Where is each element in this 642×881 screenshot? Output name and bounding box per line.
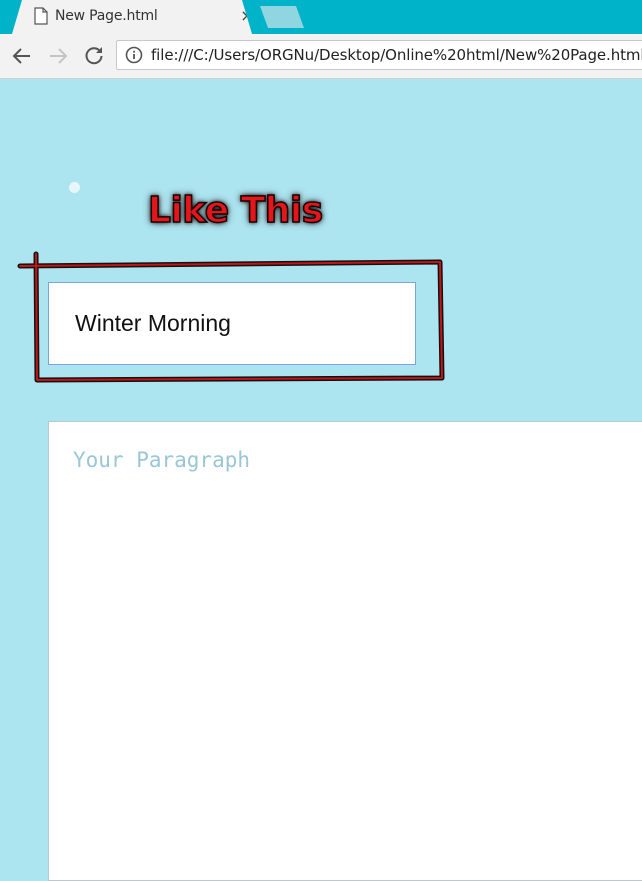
close-icon[interactable]: × — [238, 6, 252, 26]
tab-strip: New Page.html × — [0, 0, 642, 34]
page-icon — [34, 7, 48, 25]
title-input[interactable] — [48, 282, 416, 365]
paragraph-textarea[interactable] — [48, 421, 642, 881]
address-bar[interactable]: file:///C:/Users/ORGNu/Desktop/Online%20… — [116, 40, 642, 70]
decorative-dot — [69, 182, 80, 193]
address-url: file:///C:/Users/ORGNu/Desktop/Online%20… — [151, 46, 642, 64]
annotation-label: Like This — [147, 189, 324, 232]
info-icon[interactable] — [125, 46, 143, 64]
reload-icon[interactable] — [82, 44, 106, 68]
tab-title: New Page.html — [55, 8, 158, 24]
forward-arrow-icon[interactable] — [46, 44, 70, 68]
new-tab-button[interactable] — [260, 6, 304, 28]
browser-toolbar: file:///C:/Users/ORGNu/Desktop/Online%20… — [0, 34, 642, 79]
back-arrow-icon[interactable] — [10, 44, 34, 68]
browser-tab[interactable]: New Page.html × — [12, 0, 252, 34]
